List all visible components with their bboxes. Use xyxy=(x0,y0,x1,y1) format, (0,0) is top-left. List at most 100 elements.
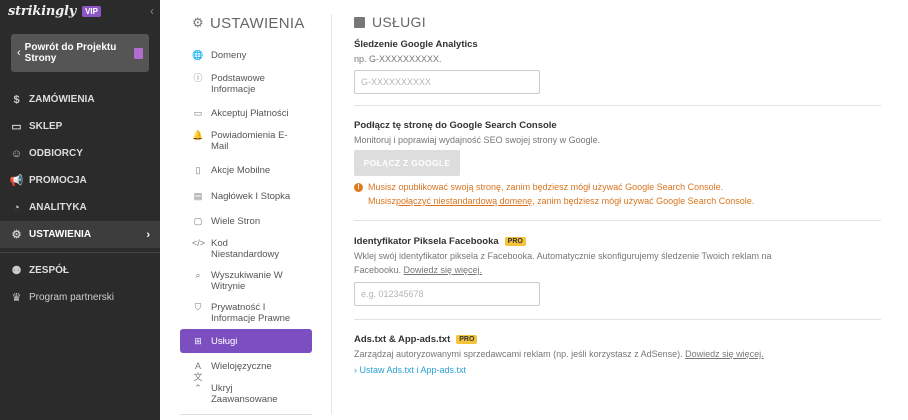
back-to-site-label: Powrót do Projektu Strony xyxy=(24,42,117,64)
brand-row: strikingly VIP ‹ xyxy=(0,0,160,22)
fb-section-title-label: Identyfikator Piksela Facebooka xyxy=(354,236,499,247)
gsc-warning-domain-pre: Musisz xyxy=(368,196,397,206)
settings-item-label: Prywatność I Informacje Prawne xyxy=(211,302,291,324)
section-divider xyxy=(354,220,881,221)
gsc-section-title: Podłącz tę stronę do Google Search Conso… xyxy=(354,120,557,131)
settings-item-hide-advanced[interactable]: ⌃ Ukryj Zaawansowane xyxy=(180,383,312,405)
chevron-left-icon: ‹ xyxy=(17,47,21,59)
nav-item-label: USTAWIENIA xyxy=(29,229,92,240)
settings-item-basic-info[interactable]: ⓘ Podstawowe Informacje xyxy=(180,73,300,95)
store-icon: ▭ xyxy=(11,121,22,133)
nav-item-label: ANALITYKA xyxy=(29,202,87,213)
settings-item-label: Wielojęzyczne xyxy=(211,361,272,372)
ads-learn-more-link[interactable]: Dowiedz się więcej. xyxy=(685,349,764,359)
fb-section-title: Identyfikator Piksela Facebooka PRO xyxy=(354,236,526,247)
settings-title: ⚙ USTAWIENIA xyxy=(180,0,314,46)
gsc-warning-domain-post: , zanim będziesz mógł używać Google Sear… xyxy=(532,196,755,206)
fb-pixel-input[interactable] xyxy=(354,282,540,306)
settings-item-mobile-actions[interactable]: ▯ Akcje Mobilne xyxy=(180,165,312,176)
setup-ads-txt-link[interactable]: › Ustaw Ads.txt i App-ads.txt xyxy=(354,365,466,375)
nav-item-promotion[interactable]: 📢 PROMOCJA xyxy=(0,167,160,194)
nav-divider xyxy=(0,252,160,253)
warning-icon: ! xyxy=(354,183,363,192)
settings-item-label: Akceptuj Płatności xyxy=(211,108,289,119)
connect-google-button[interactable]: POŁĄCZ Z GOOGLE xyxy=(354,150,460,176)
settings-item-header-footer[interactable]: ▤ Nagłówek I Stopka xyxy=(180,191,312,202)
settings-item-label: Podstawowe Informacje xyxy=(211,73,265,95)
translate-icon: A文 xyxy=(193,361,203,382)
settings-title-label: USTAWIENIA xyxy=(209,14,305,32)
nav-item-label: PROMOCJA xyxy=(29,175,87,186)
fb-description: Wklej swój identyfikator piksela z Faceb… xyxy=(354,249,804,277)
ga-id-input[interactable] xyxy=(354,70,540,94)
info-icon: ⓘ xyxy=(193,73,203,83)
settings-item-privacy-legal[interactable]: ⛉ Prywatność I Informacje Prawne xyxy=(180,302,312,324)
settings-item-label: Usługi xyxy=(211,335,238,347)
chevron-up-icon: ⌃ xyxy=(194,383,202,393)
settings-item-label: Wyszukiwanie W Witrynie xyxy=(211,270,283,292)
gsc-warning-text: Musisz opublikować swoją stronę, zanim b… xyxy=(368,182,724,192)
connect-domain-link[interactable]: połączyć niestandardową domenę xyxy=(396,195,532,208)
bell-icon: 🔔 xyxy=(192,130,204,140)
ads-section-title: Ads.txt & App-ads.txt PRO xyxy=(354,334,478,345)
code-icon: </> xyxy=(192,238,206,248)
dollar-icon: $ xyxy=(13,93,20,106)
nav-item-team[interactable]: ⚉ ZESPÓŁ xyxy=(0,257,160,284)
settings-item-label: Nagłówek I Stopka xyxy=(211,191,291,202)
settings-item-custom-code[interactable]: </> Kod Niestandardowy xyxy=(180,238,312,260)
globe-icon: 🌐 xyxy=(192,50,204,60)
settings-item-services[interactable]: ⊞ Usługi xyxy=(180,329,312,353)
settings-item-multiple-pages[interactable]: ▢ Wiele Stron xyxy=(180,216,312,227)
page-title-label: USŁUGI xyxy=(372,14,426,30)
nav-item-partner-program[interactable]: ♛ Program partnerski xyxy=(0,284,160,311)
pro-badge: PRO xyxy=(504,237,526,246)
column-divider xyxy=(331,14,332,414)
gsc-description: Monitoruj i poprawiaj wydajność SEO swoj… xyxy=(354,135,601,145)
main-sidebar: strikingly VIP ‹ ‹ Powrót do Projektu St… xyxy=(0,0,160,420)
settings-item-site-search[interactable]: ⌕ Wyszukiwanie W Witrynie xyxy=(180,270,312,292)
nav-item-analytics[interactable]: ◔ ANALITYKA xyxy=(0,194,160,221)
page-title: USŁUGI xyxy=(354,14,426,30)
phone-icon: ▯ xyxy=(195,165,201,175)
nav-item-orders[interactable]: $ ZAMÓWIENIA xyxy=(0,86,160,113)
settings-item-label: Domeny xyxy=(211,50,247,61)
vip-badge: VIP xyxy=(82,5,101,17)
settings-item-label: Powiadomienia E-Mail xyxy=(211,130,288,152)
logo[interactable]: strikingly xyxy=(8,4,76,19)
nav-item-label: ODBIORCY xyxy=(29,148,83,159)
settings-item-payments[interactable]: ▭ Akceptuj Płatności xyxy=(180,108,312,119)
page-icon xyxy=(134,47,143,59)
ads-description: Zarządzaj autoryzowanymi sprzedawcami re… xyxy=(354,347,824,361)
settings-item-multilingual[interactable]: A文 Wielojęzyczne xyxy=(180,361,312,383)
folder-icon xyxy=(354,16,365,28)
nav-item-audience[interactable]: ☺ ODBIORCY xyxy=(0,140,160,167)
nav-item-label: ZAMÓWIENIA xyxy=(29,94,95,105)
card-icon: ▭ xyxy=(193,108,203,118)
crown-icon: ♛ xyxy=(11,292,22,304)
nav-item-store[interactable]: ▭ SKLEP xyxy=(0,113,160,140)
people-icon: ☺ xyxy=(10,147,23,160)
chevron-right-icon: › xyxy=(146,228,150,241)
settings-item-label: Wiele Stron xyxy=(211,216,261,227)
back-to-site-button[interactable]: ‹ Powrót do Projektu Strony xyxy=(11,34,149,72)
settings-divider xyxy=(180,414,312,415)
sidebar-nav: $ ZAMÓWIENIA ▭ SKLEP ☺ ODBIORCY 📢 PROMOC… xyxy=(0,86,160,311)
settings-item-domains[interactable]: 🌐 Domeny xyxy=(180,50,312,61)
pro-badge: PRO xyxy=(456,335,478,344)
search-icon: ⌕ xyxy=(195,270,201,280)
fb-learn-more-link[interactable]: Dowiedz się więcej. xyxy=(404,265,483,275)
team-icon: ⚉ xyxy=(11,265,22,277)
chart-icon: ◔ xyxy=(13,201,20,214)
ads-description-text: Zarządzaj autoryzowanymi sprzedawcami re… xyxy=(354,349,686,359)
ga-hint: np. G-XXXXXXXXXX. xyxy=(354,54,442,64)
settings-item-label: Kod Niestandardowy xyxy=(211,238,280,260)
grid-icon: ⊞ xyxy=(194,335,202,346)
settings-item-email-notifications[interactable]: 🔔 Powiadomienia E-Mail xyxy=(180,130,312,152)
nav-item-label: Program partnerski xyxy=(29,292,115,303)
collapse-sidebar-icon[interactable]: ‹ xyxy=(150,4,154,18)
ads-section-title-label: Ads.txt & App-ads.txt xyxy=(354,334,451,345)
nav-item-label: SKLEP xyxy=(29,121,63,132)
section-divider xyxy=(354,105,881,106)
nav-item-settings[interactable]: ⚙ USTAWIENIA › xyxy=(0,221,160,248)
nav-item-label: ZESPÓŁ xyxy=(29,265,70,276)
